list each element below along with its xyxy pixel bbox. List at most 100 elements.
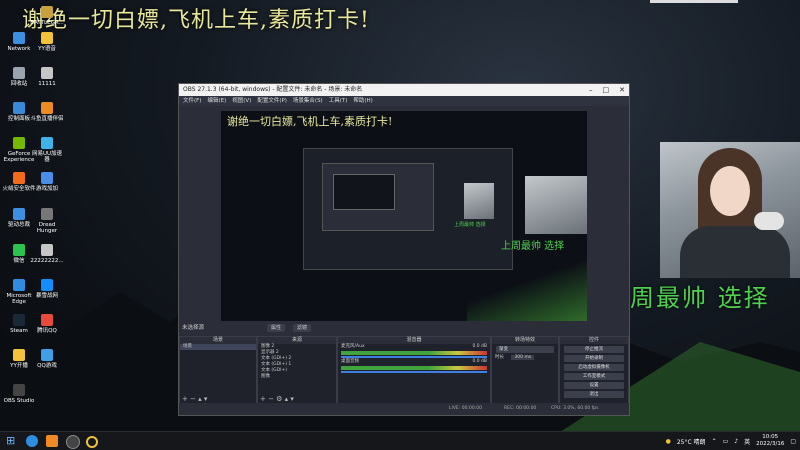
top-window-edge (650, 0, 738, 3)
desktop-icon[interactable]: BATTLEGR... (30, 6, 64, 26)
desktop-icon-label: 回收站 (10, 81, 28, 87)
tray-up-icon[interactable]: ⌃ (712, 438, 717, 445)
transition-select[interactable]: 渐变 (496, 346, 554, 353)
system-tray: ● 25°C 晴朗 ⌃ ▭ ♪ 英 10:05 2022/3/16 ▢ (666, 432, 796, 450)
scenes-toolbar[interactable]: + − ▴ ▾ (180, 395, 256, 403)
maximize-icon[interactable]: □ (603, 84, 610, 96)
app-icon (13, 349, 25, 361)
weather-text[interactable]: 25°C 晴朗 (677, 437, 706, 446)
transitions-title: 转场特效 (492, 337, 558, 344)
volume-slider[interactable] (341, 371, 487, 373)
mixer-track-level: 0.0 dB (472, 359, 487, 364)
preview-caption-text: 上周最帅 选择 (501, 241, 565, 252)
studio-mode-button[interactable]: 工作室模式 (564, 373, 624, 380)
desktop-icon[interactable]: 22222222... (30, 244, 64, 264)
app-icon (41, 137, 53, 149)
obs-status-bar: LIVE: 00:00:00 REC: 00:00:00 CPU: 3.0%, … (179, 403, 629, 415)
sources-toolbar[interactable]: + − ⚙ ▴ ▾ (258, 395, 336, 403)
desktop-icon-label: Network (7, 46, 31, 52)
context-bar: 未选择源 属性 滤镜 (179, 322, 629, 334)
minimize-icon[interactable]: – (589, 84, 593, 96)
obs-docks: 场景 场景 + − ▴ ▾ 来源 图像 2 显示器 2 文本 (GDI+) 2 … (179, 336, 629, 404)
obs-titlebar[interactable]: OBS 27.1.3 (64-bit, windows) - 配置文件: 未命名… (179, 84, 629, 96)
app-icon (13, 67, 25, 79)
desktop-icon-label: YY开播 (10, 363, 28, 369)
nested-preview: 上周最帅 选择 (303, 148, 513, 270)
menu-tools[interactable]: 工具(T) (329, 96, 348, 106)
overlay-banner-text: 谢绝一切白嫖,飞机上车,素质打卡! (22, 8, 370, 33)
clock-date: 2022/3/16 (756, 441, 785, 447)
volume-icon[interactable]: ♪ (734, 438, 738, 445)
filters-button[interactable]: 滤镜 (293, 324, 312, 332)
duration-label: 时长 (495, 355, 504, 360)
desktop-icon-label: YY语音 (38, 46, 56, 52)
desktop-icon[interactable]: QQ游戏 (30, 349, 64, 369)
obs-window[interactable]: OBS 27.1.3 (64-bit, windows) - 配置文件: 未命名… (178, 83, 630, 416)
app-icon (13, 32, 25, 44)
app-icon (13, 279, 25, 291)
notification-icon[interactable]: ▢ (790, 438, 796, 445)
menu-edit[interactable]: 编辑(E) (207, 96, 226, 106)
desktop-icon-label: OBS Studio (3, 398, 35, 404)
app-icon (41, 102, 53, 114)
clock[interactable]: 10:05 2022/3/16 (756, 434, 784, 448)
desktop-icon[interactable]: 游戏加加 (30, 172, 64, 192)
settings-button[interactable]: 设置 (564, 382, 624, 389)
duration-row: 时长 300 ms (492, 355, 558, 361)
desktop-icon-label: 网易UU加速器 (31, 151, 63, 163)
desktop-icon[interactable]: OBS Studio (2, 384, 36, 404)
desktop-icon-label: 斗鱼直播伴侣 (30, 116, 64, 122)
douyu-taskbar-icon[interactable] (46, 435, 58, 447)
app-icon (41, 67, 53, 79)
weather-icon: ● (665, 437, 671, 445)
desktop-icon[interactable]: 11111 (30, 67, 64, 87)
rec-time: 00:00:00 (516, 406, 537, 411)
scene-item[interactable]: 场景 (180, 344, 256, 350)
volume-slider[interactable] (341, 356, 487, 358)
desktop-icon[interactable]: 腾讯QQ (30, 314, 64, 334)
start-recording-button[interactable]: 开始录制 (564, 355, 624, 362)
desktop-icon[interactable]: 斗鱼直播伴侣 (30, 102, 64, 122)
cpu-readout: CPU: 3.0%, 60.00 fps (551, 406, 599, 411)
nested-caption-text: 上周最帅 选择 (454, 222, 486, 228)
properties-button[interactable]: 属性 (267, 324, 286, 332)
windows-start-icon[interactable]: ⊞ (6, 435, 18, 447)
preview-webcam (525, 176, 587, 234)
app-icon (13, 137, 25, 149)
obs-taskbar-icon[interactable] (66, 435, 80, 449)
live-time: 00:00:00 (461, 406, 482, 411)
no-source-label: 未选择源 (182, 325, 205, 331)
menu-view[interactable]: 视图(V) (232, 96, 251, 106)
desktop-icon-label: Microsoft Edge (6, 293, 32, 305)
controls-panel: 控件 停止推流 开始录制 启动虚拟摄像机 工作室模式 设置 退出 (559, 336, 629, 404)
close-icon[interactable]: ✕ (619, 84, 625, 96)
stop-streaming-button[interactable]: 停止推流 (564, 346, 624, 353)
exit-button[interactable]: 退出 (564, 391, 624, 398)
desktop-icon[interactable]: 暴雪战网 (30, 279, 64, 299)
desktop-icon[interactable]: 网易UU加速器 (30, 137, 64, 163)
language-indicator[interactable]: 英 (744, 437, 750, 446)
app-icon (13, 172, 25, 184)
menu-file[interactable]: 文件(F) (183, 96, 201, 106)
desktop-icon-label: 微信 (13, 258, 25, 264)
mixer-track-name: 麦克风/Aux (341, 344, 365, 349)
menu-scene-collection[interactable]: 场景集合(S) (293, 96, 323, 106)
edge-taskbar-icon[interactable] (26, 435, 38, 447)
source-item[interactable]: 图像 (258, 374, 336, 380)
duration-input[interactable]: 300 ms (511, 355, 535, 360)
rec-label: REC: (504, 406, 515, 411)
mixer-panel: 混音器 麦克风/Aux 0.0 dB 桌面音频 0.0 dB (337, 336, 491, 404)
app-icon (13, 244, 25, 256)
desktop-icon[interactable]: Dread Hunger (30, 208, 64, 234)
obs-preview[interactable]: 谢绝一切白嫖,飞机上车,素质打卡! 上周最帅 选择 上周最帅 选择 (221, 111, 587, 321)
virtual-camera-button[interactable]: 启动虚拟摄像机 (564, 364, 624, 371)
desktop-icon-label: BATTLEGR... (30, 20, 64, 26)
menu-help[interactable]: 帮助(H) (353, 96, 372, 106)
desktop-icon[interactable]: YY语音 (30, 32, 64, 52)
app-icon (41, 208, 53, 220)
desktop-icon-label: 驱动总裁 (7, 222, 30, 228)
menu-profile[interactable]: 配置文件(P) (257, 96, 287, 106)
yy-taskbar-icon[interactable] (86, 436, 98, 448)
network-icon[interactable]: ▭ (723, 438, 729, 445)
mixer-track-row: 麦克风/Aux 0.0 dB (338, 344, 490, 350)
